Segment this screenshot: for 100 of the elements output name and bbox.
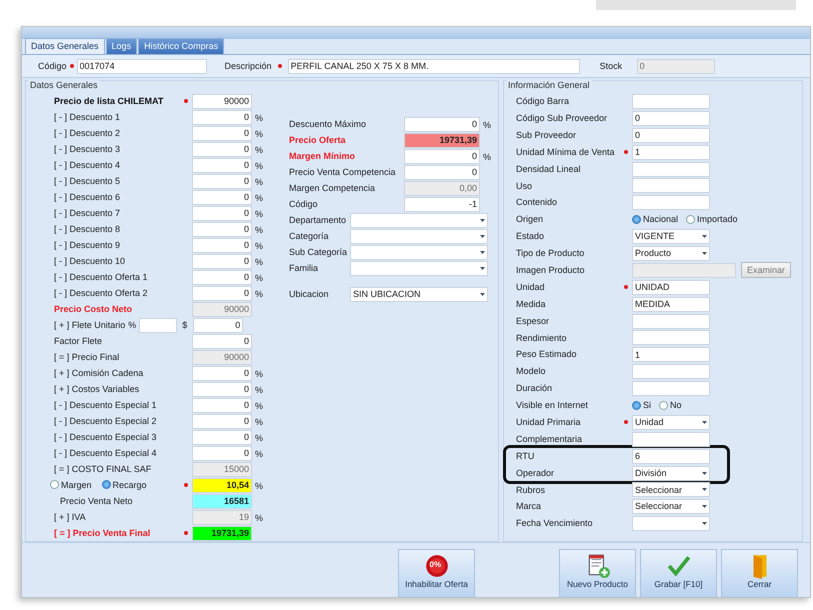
dropdown-field[interactable]: Seleccionar — [632, 482, 710, 498]
field-label: Operador — [516, 468, 556, 478]
input-field[interactable]: 0 — [192, 270, 252, 284]
input-field[interactable]: 16581 — [192, 494, 252, 508]
input-field[interactable]: 0 — [192, 382, 252, 396]
caret-icon — [702, 522, 707, 526]
dropdown-field[interactable] — [350, 228, 488, 244]
dropdown-field[interactable]: Seleccionar — [632, 499, 710, 514]
input-field[interactable]: 0 — [404, 116, 480, 132]
field-label: [ - ] Descuento 5 — [53, 176, 122, 186]
input-field[interactable]: PERFIL CANAL 250 X 75 X 8 MM. — [288, 58, 580, 74]
dropdown-field[interactable]: Producto — [632, 246, 710, 261]
input-field[interactable]: 0 — [192, 286, 252, 300]
input-field[interactable] — [139, 318, 178, 332]
browse-button[interactable]: Examinar — [741, 262, 792, 278]
radio-button[interactable]: Importado — [686, 214, 738, 226]
field-label: [ - ] Descuento 6 — [53, 192, 122, 202]
field-label: Descuento Máximo — [288, 118, 368, 130]
tab[interactable]: Logs — [106, 38, 138, 54]
unit-label: % — [254, 480, 264, 492]
input-field[interactable]: 0 — [192, 334, 252, 348]
input-field[interactable]: 10,54 — [192, 478, 252, 492]
field-label: Precio Oferta — [288, 134, 347, 146]
dropdown-field[interactable] — [350, 212, 488, 228]
radio-button[interactable]: Recargo — [102, 480, 147, 490]
radio-button[interactable]: Margen — [50, 480, 92, 490]
input-field[interactable]: MEDIDA — [632, 296, 710, 312]
toolbar-button[interactable]: Cerrar — [721, 549, 798, 597]
radio-button[interactable]: Nacional — [632, 214, 678, 226]
input-field[interactable]: 0 — [632, 110, 710, 126]
caret-icon — [702, 505, 707, 508]
field-label: [ - ] Descuento Oferta 1 — [53, 272, 149, 282]
input-field[interactable] — [632, 314, 710, 329]
dropdown-field[interactable]: Unidad — [632, 414, 710, 430]
input-field[interactable]: 0 — [192, 110, 252, 124]
unit-label: % — [254, 448, 264, 460]
input-field[interactable]: 0 — [193, 318, 244, 332]
input-field[interactable]: 0 — [632, 128, 710, 143]
input-field[interactable]: 0 — [192, 446, 252, 460]
input-field[interactable]: 0 — [192, 414, 252, 428]
input-field[interactable] — [632, 195, 710, 210]
input-field[interactable]: 6 — [632, 448, 710, 464]
input-field[interactable]: 0 — [192, 158, 252, 172]
input-field[interactable]: 19731,39 — [404, 132, 480, 148]
input-field[interactable] — [632, 178, 710, 194]
field-label: [ + ] Costos Variables — [53, 384, 140, 394]
unit-label: % — [254, 512, 264, 524]
toolbar-button[interactable]: Nuevo Producto — [559, 549, 636, 597]
input-field[interactable]: 19731,39 — [192, 526, 252, 540]
input-field[interactable]: 0 — [192, 430, 252, 444]
field-label: [ - ] Descuento Especial 3 — [53, 432, 158, 442]
field-label: [ - ] Descuento 3 — [53, 144, 122, 154]
input-field[interactable] — [632, 262, 736, 278]
radio-button[interactable]: No — [659, 400, 682, 411]
input-field[interactable]: 0 — [192, 174, 252, 188]
input-field[interactable]: 1 — [632, 347, 710, 362]
input-field[interactable]: 0 — [192, 398, 252, 412]
input-field[interactable] — [632, 381, 710, 396]
input-field[interactable] — [632, 330, 710, 346]
input-field[interactable]: 90000 — [192, 94, 252, 108]
input-field[interactable]: 0 — [192, 126, 252, 140]
dropdown-field[interactable]: VIGENTE — [632, 229, 710, 244]
discount-seal-icon — [424, 553, 450, 579]
field-label: Sub Categoría — [288, 246, 348, 258]
toolbar-button[interactable]: 0% Inhabilitar Oferta — [398, 549, 475, 597]
field-label: [ = ] COSTO FINAL SAF — [53, 464, 152, 474]
tab[interactable]: Datos Generales — [25, 38, 105, 54]
unit-label: % — [254, 256, 264, 268]
tab[interactable]: Histórico Compras — [138, 38, 224, 54]
input-field[interactable]: 0 — [192, 206, 252, 220]
dropdown-field[interactable]: SIN UBICACION — [350, 286, 488, 302]
dropdown-field[interactable] — [350, 260, 488, 276]
input-field[interactable]: 0 — [192, 254, 252, 268]
input-field[interactable]: 0 — [192, 142, 252, 156]
unit-label: % — [482, 151, 492, 163]
radio-button[interactable]: Si — [632, 400, 652, 411]
input-field[interactable] — [632, 94, 710, 109]
input-field[interactable]: 0 — [192, 190, 252, 204]
input-field[interactable] — [632, 432, 710, 447]
input-field[interactable]: 1 — [632, 144, 710, 160]
currency-label: $ — [181, 320, 188, 330]
input-field[interactable]: 0 — [404, 164, 480, 180]
input-field[interactable]: 0 — [192, 238, 252, 252]
field-label: [ - ] Descuento 2 — [53, 128, 122, 138]
dropdown-field[interactable] — [632, 516, 710, 532]
field-label: Departamento — [288, 214, 348, 226]
toolbar-button[interactable]: Grabar [F10] — [640, 549, 717, 597]
field-label: [ - ] Descuento Especial 2 — [53, 416, 158, 426]
input-field[interactable]: 0 — [192, 222, 252, 236]
icon-text: 0% — [430, 561, 442, 569]
field-label: [ - ] Descuento 4 — [53, 160, 122, 170]
input-field[interactable]: 0 — [192, 366, 252, 380]
dropdown-field[interactable] — [350, 244, 488, 260]
input-field[interactable] — [632, 364, 710, 380]
dropdown-field[interactable]: División — [632, 466, 710, 481]
input-field[interactable]: 0 — [404, 148, 480, 164]
input-field[interactable]: UNIDAD — [632, 280, 710, 295]
input-field[interactable] — [632, 162, 710, 176]
input-field[interactable]: 0017074 — [76, 58, 207, 74]
input-field[interactable]: -1 — [404, 196, 480, 212]
